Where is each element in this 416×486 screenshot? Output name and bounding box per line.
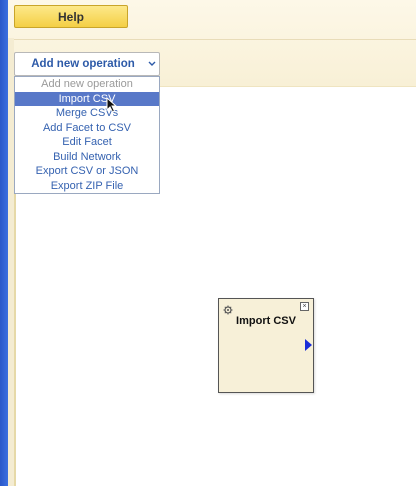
help-button[interactable]: Help bbox=[14, 5, 128, 28]
dropdown-option[interactable]: Build Network bbox=[15, 150, 159, 165]
dropdown-option[interactable]: Merge CSVs bbox=[15, 106, 159, 121]
close-icon[interactable]: × bbox=[300, 302, 309, 311]
add-operation-select[interactable]: Add new operation bbox=[14, 52, 160, 76]
dropdown-option[interactable]: Export ZIP File bbox=[15, 179, 159, 194]
dropdown-option[interactable]: Export CSV or JSON bbox=[15, 164, 159, 179]
mouse-pointer-icon bbox=[106, 96, 118, 113]
import-csv-node[interactable]: × Import CSV bbox=[218, 298, 314, 393]
toolbar-divider bbox=[8, 39, 416, 40]
dropdown-option[interactable]: Edit Facet bbox=[15, 135, 159, 150]
dropdown-option[interactable]: Import CSV bbox=[15, 91, 159, 106]
window-frame-edge bbox=[0, 0, 8, 486]
node-title: Import CSV bbox=[236, 315, 296, 327]
dropdown-option[interactable]: Add Facet to CSV bbox=[15, 121, 159, 136]
add-operation-select-label: Add new operation bbox=[31, 58, 135, 70]
chevron-down-icon bbox=[145, 59, 159, 69]
operation-dropdown-list: Add new operation Import CSV Merge CSVs Add… bbox=[14, 76, 160, 194]
dropdown-option[interactable]: Add new operation bbox=[15, 77, 159, 92]
app-window: Help Add new operation Add new operation… bbox=[0, 0, 416, 486]
output-port-triangle-right-icon[interactable] bbox=[305, 339, 312, 351]
gear-icon[interactable] bbox=[223, 302, 233, 315]
